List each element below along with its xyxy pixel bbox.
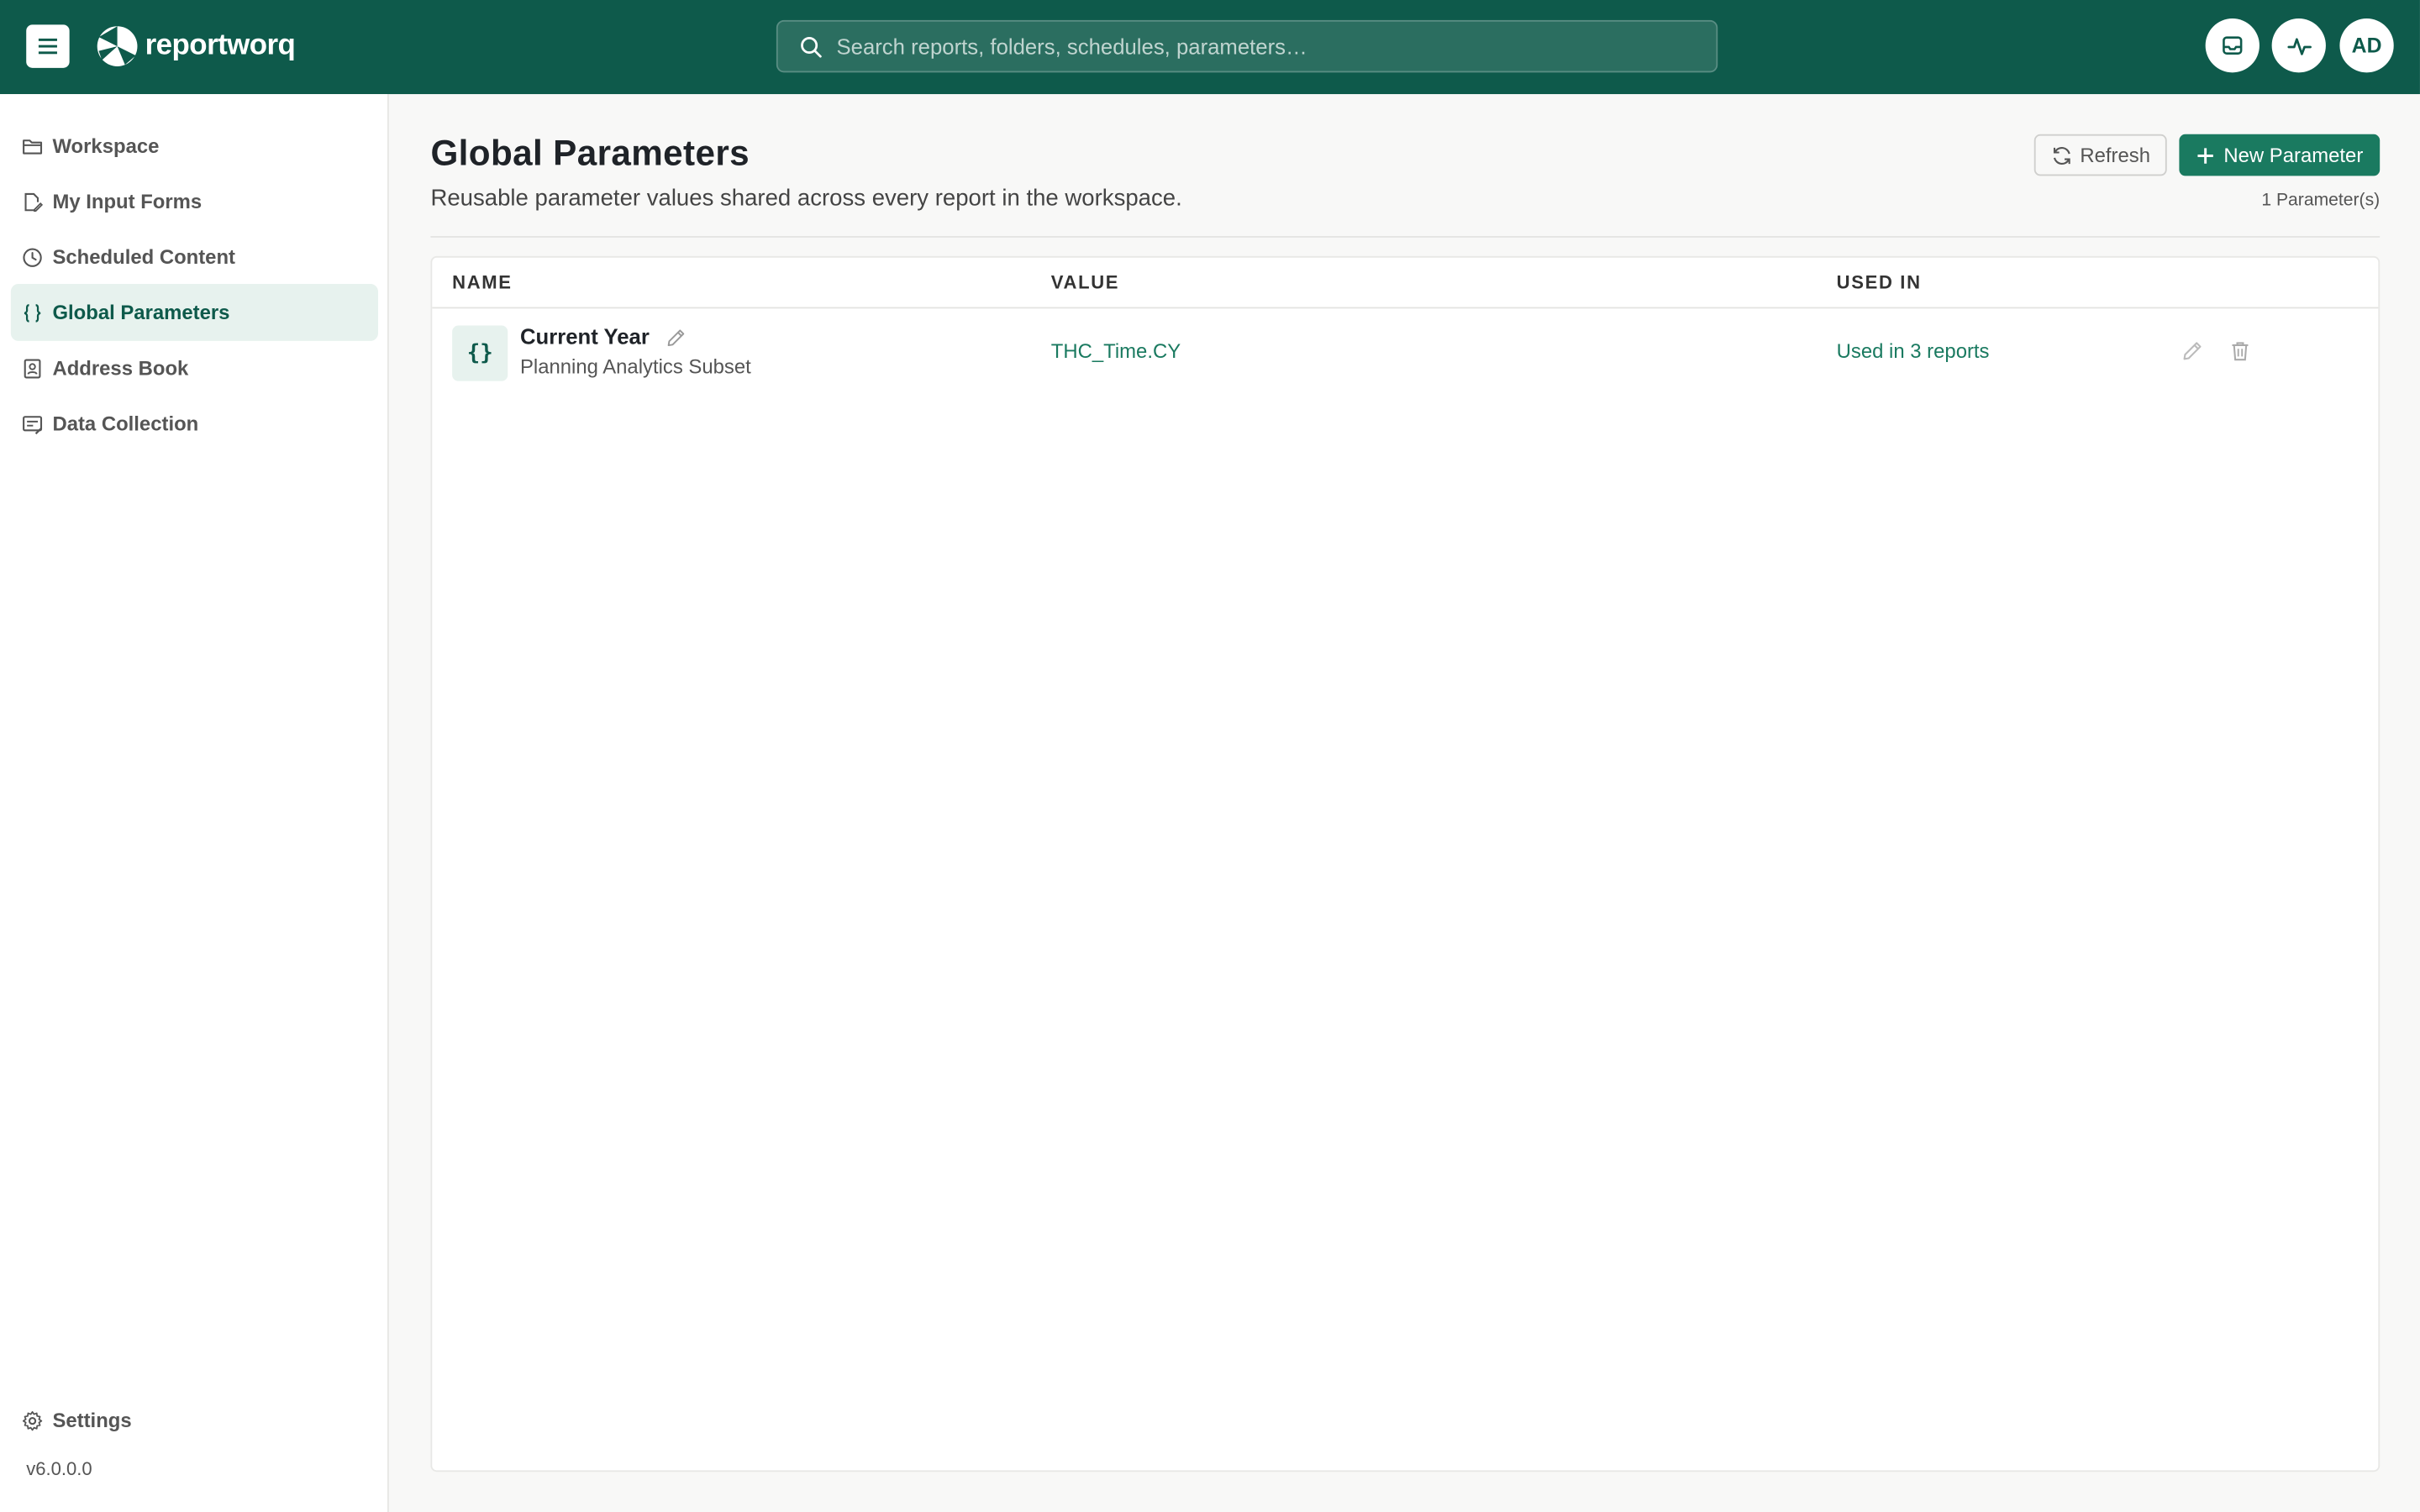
column-header-value[interactable]: VALUE — [1051, 271, 1119, 293]
sidebar-item-label: Workspace — [52, 134, 160, 158]
page-subtitle: Reusable parameter values shared across … — [430, 185, 1182, 212]
sidebar-item-address-book[interactable]: Address Book — [11, 339, 378, 396]
folder-icon — [23, 139, 43, 154]
column-header-used-in[interactable]: USED IN — [1837, 271, 1922, 293]
new-parameter-button[interactable]: New Parameter — [2179, 134, 2381, 176]
parameter-value[interactable]: THC_Time.CY — [1051, 339, 1181, 363]
refresh-label: Refresh — [2080, 143, 2151, 167]
form-edit-icon — [24, 192, 44, 212]
edit-pencil-icon[interactable] — [2181, 339, 2204, 363]
address-book-icon — [24, 358, 41, 378]
app-name: reportworq — [145, 29, 296, 62]
sidebar-item-label: Settings — [52, 1408, 132, 1432]
sidebar-item-label: My Input Forms — [52, 189, 203, 213]
parameter-used-in-link[interactable]: Used in 3 reports — [1837, 339, 1990, 363]
data-collection-icon — [23, 415, 43, 434]
avatar-initials: AD — [2351, 34, 2382, 57]
activity-icon — [2286, 37, 2311, 55]
app-version: v6.0.0.0 — [26, 1457, 92, 1480]
parameter-type-badge: {} — [452, 325, 508, 381]
new-parameter-label: New Parameter — [2223, 143, 2364, 167]
sidebar-item-label: Address Book — [52, 356, 189, 380]
inbox-icon — [2223, 36, 2243, 55]
parameter-name[interactable]: Current Year — [520, 324, 650, 349]
user-avatar[interactable]: AD — [2339, 18, 2394, 73]
sidebar-item-settings[interactable]: Settings — [11, 1392, 378, 1449]
logo-mark-icon — [97, 26, 138, 66]
rename-pencil-icon[interactable] — [666, 327, 687, 349]
sidebar-item-workspace[interactable]: Workspace — [11, 118, 378, 175]
sidebar-item-global-parameters[interactable]: Global Parameters — [10, 283, 378, 341]
inbox-button[interactable] — [2205, 18, 2260, 73]
column-header-name[interactable]: NAME — [452, 271, 513, 293]
refresh-button[interactable]: Refresh — [2033, 134, 2167, 176]
global-search[interactable] — [776, 19, 1718, 73]
menu-button[interactable] — [26, 24, 70, 68]
hamburger-icon — [38, 38, 57, 55]
sidebar-item-label: Data Collection — [52, 412, 199, 435]
sidebar-item-scheduled-content[interactable]: Scheduled Content — [11, 228, 378, 286]
refresh-icon — [2053, 146, 2070, 165]
header-divider — [430, 236, 2381, 238]
parameters-table: NAME VALUE USED IN {} Current Year Plann… — [430, 255, 2381, 1473]
gear-icon — [22, 1410, 43, 1431]
sidebar-item-label: Global Parameters — [52, 301, 230, 324]
app-logo[interactable]: reportworq — [94, 24, 296, 70]
plus-icon — [2197, 147, 2213, 163]
activity-button[interactable] — [2271, 18, 2326, 73]
braces-icon — [24, 303, 41, 322]
sidebar-item-data-collection[interactable]: Data Collection — [11, 395, 378, 452]
trash-icon[interactable] — [2228, 339, 2252, 363]
parameter-count: 1 Parameter(s) — [2261, 191, 2381, 210]
search-icon — [801, 36, 822, 57]
sidebar: Workspace My Input Forms Scheduled Conte… — [0, 94, 389, 1512]
page-title: Global Parameters — [430, 132, 750, 173]
parameter-type: Planning Analytics Subset — [519, 354, 751, 378]
clock-icon — [23, 247, 42, 266]
search-input[interactable] — [836, 34, 1717, 59]
top-bar: reportworq AD — [0, 0, 2420, 95]
sidebar-item-my-input-forms[interactable]: My Input Forms — [11, 173, 378, 230]
sidebar-item-label: Scheduled Content — [52, 245, 236, 269]
table-row[interactable]: {} Current Year Planning Analytics Subse… — [432, 308, 2378, 398]
